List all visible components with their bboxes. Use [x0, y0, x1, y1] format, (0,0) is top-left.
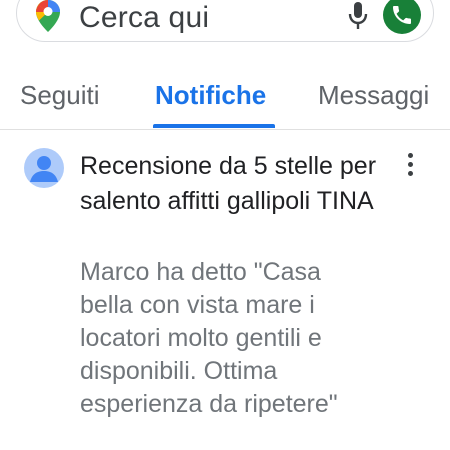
- tab-notifiche[interactable]: Notifiche: [155, 80, 266, 110]
- tab-seguiti[interactable]: Seguiti: [20, 80, 100, 110]
- tab-bar: Seguiti Notifiche Messaggi: [0, 60, 450, 130]
- more-vert-icon[interactable]: [398, 151, 422, 181]
- search-input[interactable]: Cerca qui: [79, 1, 209, 35]
- notifications-screen: Cerca qui Seguiti Notifiche Messaggi Rec…: [0, 0, 450, 450]
- active-tab-indicator: [153, 124, 275, 128]
- google-maps-pin-icon: [35, 0, 61, 33]
- tab-messaggi[interactable]: Messaggi: [318, 80, 429, 110]
- notification-item[interactable]: Recensione da 5 stelle per salento affit…: [0, 131, 450, 450]
- notification-title: Recensione da 5 stelle per salento affit…: [80, 152, 377, 215]
- call-button[interactable]: [383, 0, 421, 34]
- search-bar[interactable]: Cerca qui: [16, 0, 434, 42]
- microphone-icon[interactable]: [347, 1, 369, 31]
- person-avatar-icon: [24, 148, 64, 188]
- notification-body: Marco ha detto "Casa bella con vista mar…: [80, 258, 338, 418]
